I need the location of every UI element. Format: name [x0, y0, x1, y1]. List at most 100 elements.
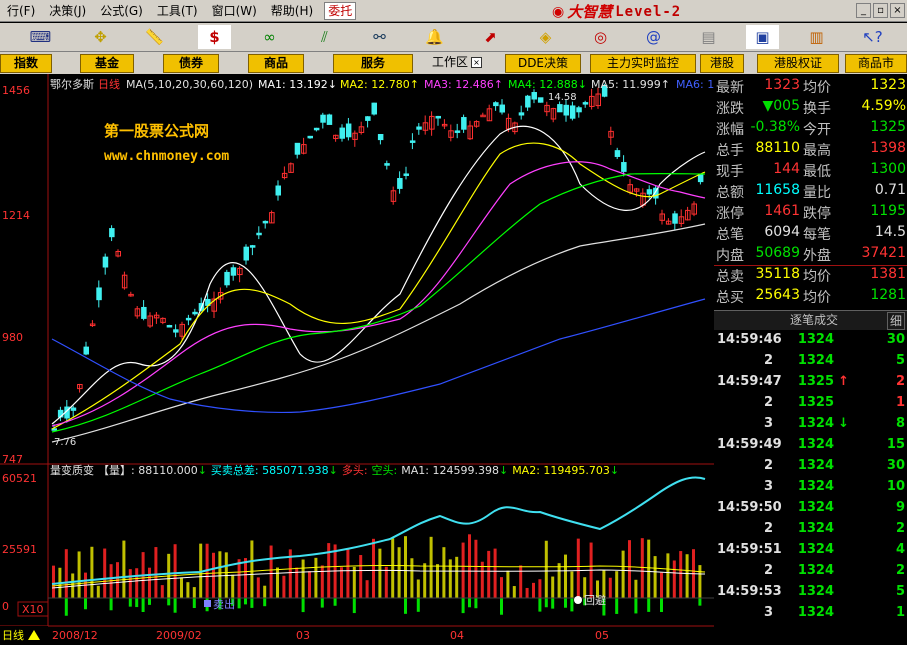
candle-body: [409, 140, 416, 143]
volume-bar: [570, 571, 574, 598]
volume-bar-neg: [167, 598, 171, 606]
tab-commodity[interactable]: 商品: [248, 54, 304, 73]
market-tab-bar: 指数 基金 债券 商品 服务 工作区 × DDE决策 主力实时监控 港股 港股权证…: [0, 52, 907, 74]
quote-label: 涨停: [716, 206, 744, 222]
restore-icon[interactable]: ▫: [873, 3, 888, 18]
volume-legend: 量变质变 【量】: 88110.000↓ 买卖总差: 585071.938↓ 多头: 空…: [50, 463, 619, 477]
stripes-icon[interactable]: ⫽: [308, 25, 341, 49]
volume-bar-neg: [333, 598, 337, 606]
candle-body: [454, 130, 461, 133]
diff-label: 买卖总差:: [211, 463, 259, 477]
menu-item-formula[interactable]: 公式(G): [93, 0, 150, 22]
workspace-selector[interactable]: 工作区 ×: [432, 54, 483, 71]
diamond-icon[interactable]: ◈: [529, 25, 562, 49]
trade-row: 2 1324 5: [714, 353, 907, 374]
volume-bar: [378, 548, 382, 598]
trade-price: 1325: [797, 374, 834, 389]
trades-detail-button[interactable]: 细: [886, 312, 905, 330]
tab-hk-warrant[interactable]: 港股权证: [757, 54, 839, 73]
tab-dde[interactable]: DDE决策: [505, 54, 581, 73]
volume-bar: [148, 567, 151, 598]
candle-body: [576, 107, 582, 113]
menu-item-window[interactable]: 窗口(W): [205, 0, 264, 22]
vol-ma2: MA2: 119495.703: [512, 464, 610, 477]
ruler-icon[interactable]: 📏: [138, 25, 171, 49]
logo-brand: 大智慧: [567, 3, 613, 21]
volume-bar: [103, 548, 107, 598]
volume-bar: [340, 567, 343, 598]
trade-arrow: ↓: [838, 416, 849, 431]
tab-index[interactable]: 指数: [0, 54, 52, 73]
trade-price: 1324: [797, 332, 834, 347]
volume-bar: [506, 570, 510, 598]
tab-service[interactable]: 服务: [333, 54, 413, 73]
volume-bar-neg: [109, 598, 113, 611]
volume-bar: [455, 556, 459, 598]
arrow-up-box-icon[interactable]: ⬈: [474, 25, 507, 49]
volume-bar: [698, 565, 702, 598]
trade-volume: 1: [895, 395, 905, 410]
window-icon[interactable]: ▣: [746, 25, 779, 49]
quote-label: 跌停: [803, 206, 831, 222]
tab-commodity-market[interactable]: 商品市: [845, 54, 907, 73]
tab-hk-stock[interactable]: 港股: [700, 54, 744, 73]
ma-legend: MA1: 13.192↓ MA2: 12.780↑ MA3: 12.486↑ MA4:…: [258, 78, 714, 91]
candle-body: [614, 150, 621, 157]
period-button[interactable]: 日线: [2, 628, 24, 642]
app-logo: ◉ 大智慧 Level-2: [552, 2, 712, 21]
swirl-icon[interactable]: @: [637, 25, 670, 49]
ma-legend-item: MA3: 12.486↑: [424, 78, 503, 91]
volume-bar: [423, 563, 427, 598]
trade-time: 14:59:50: [717, 500, 782, 515]
binoculars-icon[interactable]: ⚯: [363, 25, 396, 49]
menu-item-tools[interactable]: 工具(T): [150, 0, 205, 22]
quote-label: 最低: [803, 164, 831, 180]
x-tick: 03: [296, 629, 310, 642]
volume-bar: [365, 580, 369, 598]
trade-price: 1324: [797, 542, 834, 557]
minimize-icon[interactable]: _: [856, 3, 871, 18]
quote-row: 现手 144 最低 1300: [714, 161, 907, 182]
volume-bar-neg: [128, 598, 132, 607]
tab-bond[interactable]: 债券: [163, 54, 219, 73]
volume-bar: [256, 577, 260, 598]
dollar-icon[interactable]: $: [198, 25, 231, 49]
volume-bar-neg: [135, 598, 139, 608]
move-cross-icon[interactable]: ✥: [84, 25, 117, 49]
workspace-close-icon[interactable]: ×: [471, 57, 483, 68]
bell-icon[interactable]: 🔔: [418, 25, 451, 49]
logo-emblem-icon: ◉: [552, 3, 565, 20]
bars-color-icon[interactable]: ▥: [800, 25, 833, 49]
menu-item-help[interactable]: 帮助(H): [264, 0, 320, 22]
candle-body: [557, 104, 563, 113]
volume-bar: [621, 550, 625, 598]
candle-body: [141, 306, 147, 319]
weituo-button[interactable]: 委托: [324, 1, 357, 20]
quote-value: 50689: [755, 245, 800, 261]
y-tick: 1214: [2, 209, 30, 222]
x-tick: 2009/02: [156, 629, 202, 642]
menu-item-file[interactable]: 行(F): [0, 0, 42, 22]
volume-bar-neg: [173, 598, 177, 613]
volume-bar-neg: [468, 598, 471, 608]
trade-price: 1324: [797, 563, 834, 578]
trade-volume: 5: [895, 584, 905, 599]
volume-bar: [186, 582, 190, 598]
glasses-icon[interactable]: ∞: [253, 25, 286, 49]
ring-icon[interactable]: ◎: [584, 25, 617, 49]
volume-bar: [634, 579, 638, 598]
tab-main-monitor[interactable]: 主力实时监控: [590, 54, 696, 73]
volume-bar: [218, 551, 222, 598]
volume-bar: [487, 550, 491, 598]
keyboard-icon[interactable]: ⌨: [24, 25, 57, 49]
help-arrow-icon[interactable]: ↖?: [856, 25, 889, 49]
tab-fund[interactable]: 基金: [80, 54, 134, 73]
trade-row: 14:59:51 1324 4: [714, 542, 907, 563]
quote-label: 最高: [803, 143, 831, 159]
document-icon[interactable]: ▤: [692, 25, 725, 49]
quote-label: 现手: [716, 164, 744, 180]
trade-time: 14:59:47: [717, 374, 782, 389]
kline-chart[interactable]: 1456 1214 980 747 60521 25591 0 X10 鄂尔多斯…: [0, 74, 714, 645]
close-icon[interactable]: ×: [890, 3, 905, 18]
menu-item-decision[interactable]: 决策(J): [42, 0, 93, 22]
